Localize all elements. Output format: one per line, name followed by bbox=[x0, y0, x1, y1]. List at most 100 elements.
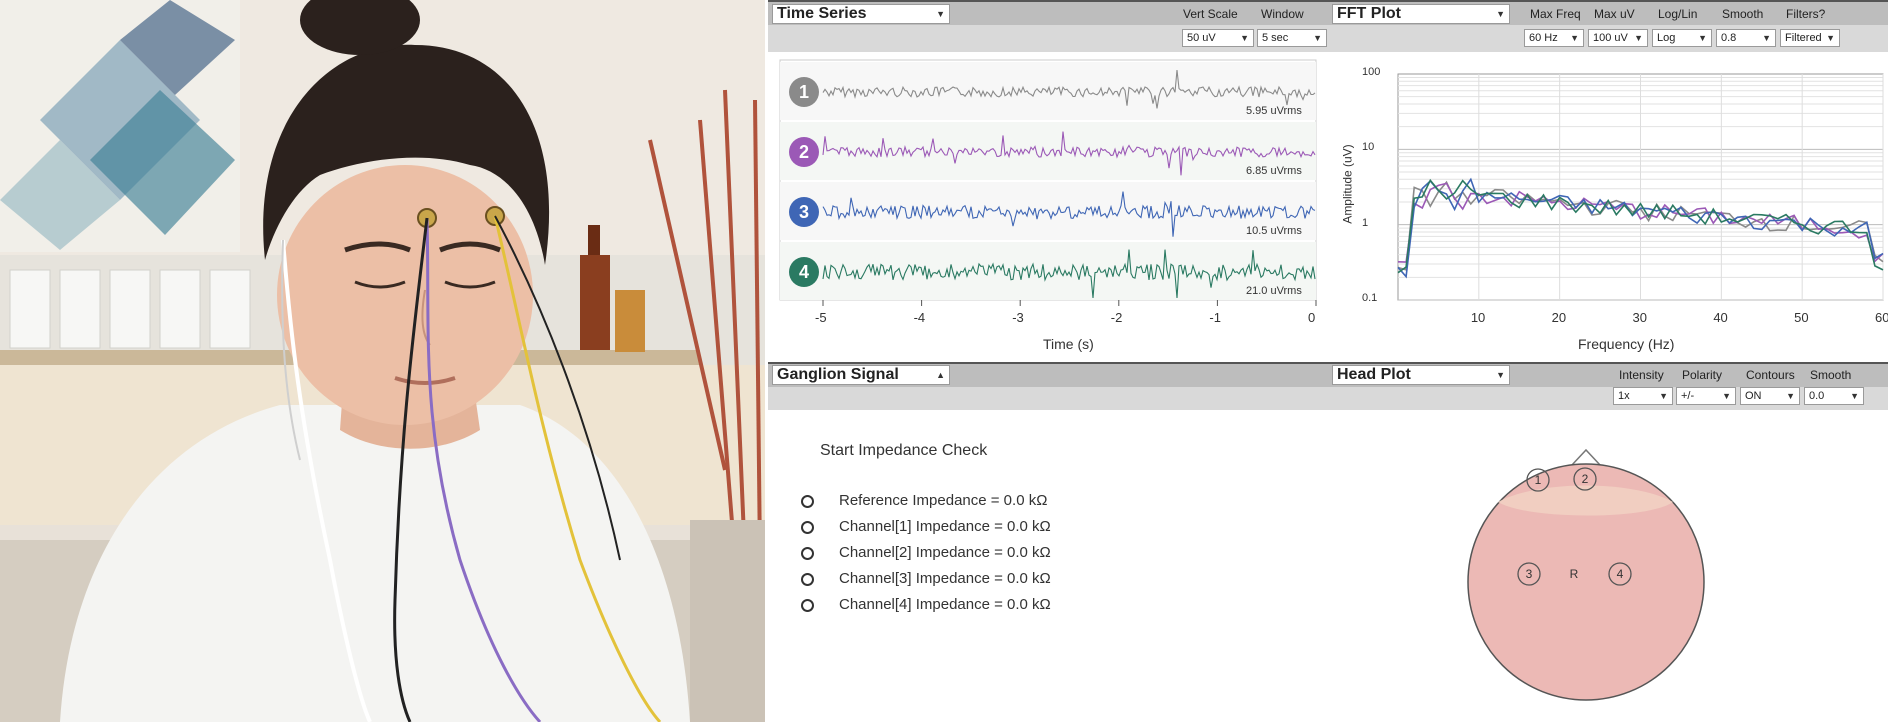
chevron-down-icon: ▼ bbox=[1722, 391, 1731, 401]
fft-control-dropdown-value: 60 Hz bbox=[1529, 32, 1558, 44]
impedance-radio-button[interactable] bbox=[801, 573, 814, 586]
fft-x-tick-label: 50 bbox=[1794, 310, 1809, 325]
head-plot-widget-select[interactable]: Head Plot ▼ bbox=[1332, 365, 1510, 385]
window-label: Window bbox=[1261, 7, 1304, 21]
head-plot-header: Head Plot ▼ Intensity 1x ▼ Polarity +/- ▼ Cont… bbox=[1328, 362, 1888, 410]
window-value: 5 sec bbox=[1262, 32, 1289, 44]
vert-scale-value: 50 uV bbox=[1187, 32, 1216, 44]
fft-control-dropdown-value: Filtered bbox=[1785, 32, 1822, 44]
head-plot-panel: 1 2 3 4 R bbox=[1328, 410, 1888, 722]
impedance-panel: Start Impedance Check Reference Impedanc… bbox=[768, 410, 1328, 722]
fft-x-tick-label: 10 bbox=[1470, 310, 1486, 325]
channel-rms-readout: 6.85 uVrms bbox=[1246, 165, 1302, 177]
fft-control-dropdown[interactable]: 60 Hz ▼ bbox=[1524, 29, 1584, 47]
fft-title: FFT Plot bbox=[1337, 5, 1401, 22]
time-series-widget-select[interactable]: Time Series ▼ bbox=[772, 4, 950, 24]
fft-x-tick-label: 60 bbox=[1875, 310, 1888, 325]
fft-plot: 100 10 1 0.1 10 20 30 40 50 60 Frequency (Hz) Ampli… bbox=[1328, 52, 1888, 362]
fft-x-tick-label: 20 bbox=[1551, 310, 1567, 325]
time-series-traces bbox=[779, 59, 1317, 306]
chevron-down-icon: ▼ bbox=[1313, 33, 1322, 43]
head-control-dropdown[interactable]: +/- ▼ bbox=[1676, 387, 1736, 405]
channel-rms-readout: 21.0 uVrms bbox=[1246, 285, 1302, 297]
vert-scale-label: Vert Scale bbox=[1183, 7, 1238, 21]
time-x-tick-label: 0 bbox=[1308, 310, 1316, 325]
chevron-down-icon: ▼ bbox=[1762, 33, 1771, 43]
electrode-label: 4 bbox=[1617, 567, 1624, 581]
chevron-down-icon: ▼ bbox=[1698, 33, 1707, 43]
head-plot: 1 2 3 4 R bbox=[1467, 448, 1705, 701]
fft-y-tick-label: 1 bbox=[1362, 216, 1369, 229]
channel-row-bg bbox=[780, 242, 1316, 300]
fft-control-dropdown-value: Log bbox=[1657, 32, 1676, 44]
impedance-radio-button[interactable] bbox=[801, 495, 814, 508]
photo-woman-with-electrodes bbox=[0, 0, 765, 722]
fft-control-dropdown-value: 100 uV bbox=[1593, 32, 1628, 44]
fft-control-dropdown[interactable]: Log ▼ bbox=[1652, 29, 1712, 47]
fft-control-label: Max uV bbox=[1594, 7, 1635, 21]
time-x-tick-label: -5 bbox=[815, 310, 827, 325]
time-x-axis-label: Time (s) bbox=[1043, 336, 1094, 352]
fft-control-label: Log/Lin bbox=[1658, 7, 1698, 21]
head-control-dropdown[interactable]: 1x ▼ bbox=[1613, 387, 1673, 405]
time-x-tick-label: -4 bbox=[913, 310, 926, 325]
head-control-value: 0.0 bbox=[1809, 390, 1825, 402]
head-control-dropdown[interactable]: ON ▼ bbox=[1740, 387, 1800, 405]
impedance-row-label: Channel[4] Impedance = 0.0 kΩ bbox=[839, 596, 1051, 613]
fft-widget-select[interactable]: FFT Plot ▼ bbox=[1332, 4, 1510, 24]
head-control-value: 1x bbox=[1618, 390, 1630, 402]
fft-y-tick-label: 0.1 bbox=[1362, 292, 1378, 304]
fft-control-dropdown[interactable]: 100 uV ▼ bbox=[1588, 29, 1648, 47]
chevron-up-icon: ▲ bbox=[936, 370, 945, 380]
impedance-radio-button[interactable] bbox=[801, 599, 814, 612]
head-control-label: Smooth bbox=[1810, 368, 1852, 382]
fft-control-dropdown[interactable]: 0.8 ▼ bbox=[1716, 29, 1776, 47]
fft-control-dropdown[interactable]: Filtered ▼ bbox=[1780, 29, 1840, 47]
impedance-row-label: Channel[2] Impedance = 0.0 kΩ bbox=[839, 544, 1051, 561]
vert-scale-dropdown[interactable]: 50 uV ▼ bbox=[1182, 29, 1254, 47]
chevron-down-icon: ▼ bbox=[936, 9, 945, 19]
fft-x-tick-label: 30 bbox=[1632, 310, 1647, 325]
channel-4-badge[interactable]: 4 bbox=[789, 257, 819, 287]
time-x-tick-label: -1 bbox=[1209, 310, 1221, 325]
impedance-row-label: Channel[3] Impedance = 0.0 kΩ bbox=[839, 570, 1051, 587]
time-series-plot: 1 5.95 uVrms 2 6.85 uVrms 3 10.5 uVrms 4 21.0 u… bbox=[768, 52, 1328, 362]
fft-control-label: Smooth bbox=[1722, 7, 1764, 21]
window-dropdown[interactable]: 5 sec ▼ bbox=[1257, 29, 1327, 47]
ganglion-widget-select[interactable]: Ganglion Signal ▲ bbox=[772, 365, 950, 385]
channel-rms-readout: 10.5 uVrms bbox=[1246, 225, 1302, 237]
impedance-row-label: Reference Impedance = 0.0 kΩ bbox=[839, 492, 1048, 509]
chevron-down-icon: ▼ bbox=[1240, 33, 1249, 43]
chevron-down-icon: ▼ bbox=[1634, 33, 1643, 43]
chevron-down-icon: ▼ bbox=[1496, 9, 1505, 19]
head-control-dropdown[interactable]: 0.0 ▼ bbox=[1804, 387, 1864, 405]
channel-1-badge[interactable]: 1 bbox=[789, 77, 819, 107]
channel-rms-readout: 5.95 uVrms bbox=[1246, 105, 1302, 117]
chevron-down-icon: ▼ bbox=[1570, 33, 1579, 43]
fft-control-label: Max Freq bbox=[1530, 7, 1581, 21]
start-impedance-check-button[interactable]: Start Impedance Check bbox=[820, 442, 987, 460]
chevron-down-icon: ▼ bbox=[1786, 391, 1795, 401]
electrode-label: 1 bbox=[1535, 473, 1542, 487]
fft-control-dropdown-value: 0.8 bbox=[1721, 32, 1737, 44]
fft-y-tick-label: 10 bbox=[1362, 141, 1375, 154]
fft-x-tick-label: 40 bbox=[1713, 310, 1728, 325]
ganglion-header: Ganglion Signal ▲ bbox=[768, 362, 1328, 410]
fft-y-tick-label: 100 bbox=[1362, 66, 1381, 78]
impedance-row-label: Channel[1] Impedance = 0.0 kΩ bbox=[839, 518, 1051, 535]
fft-y-axis-label: Amplitude (uV) bbox=[1340, 144, 1355, 224]
fft-control-label: Filters? bbox=[1786, 7, 1826, 21]
head-control-value: ON bbox=[1745, 390, 1762, 402]
time-x-tick-label: -2 bbox=[1110, 310, 1123, 325]
head-plot-title: Head Plot bbox=[1337, 366, 1411, 383]
channel-2-badge[interactable]: 2 bbox=[789, 137, 819, 167]
time-series-title: Time Series bbox=[777, 5, 867, 22]
electrode-label: 3 bbox=[1526, 567, 1533, 581]
head-control-label: Contours bbox=[1746, 368, 1795, 382]
fft-header: FFT Plot ▼ Max Freq 60 Hz ▼ Max uV 100 uV ▼ Lo… bbox=[1328, 0, 1888, 52]
impedance-radio-button[interactable] bbox=[801, 521, 814, 534]
channel-3-badge[interactable]: 3 bbox=[789, 197, 819, 227]
reference-electrode-label: R bbox=[1570, 567, 1579, 581]
impedance-radio-button[interactable] bbox=[801, 547, 814, 560]
chevron-down-icon: ▼ bbox=[1496, 370, 1505, 380]
